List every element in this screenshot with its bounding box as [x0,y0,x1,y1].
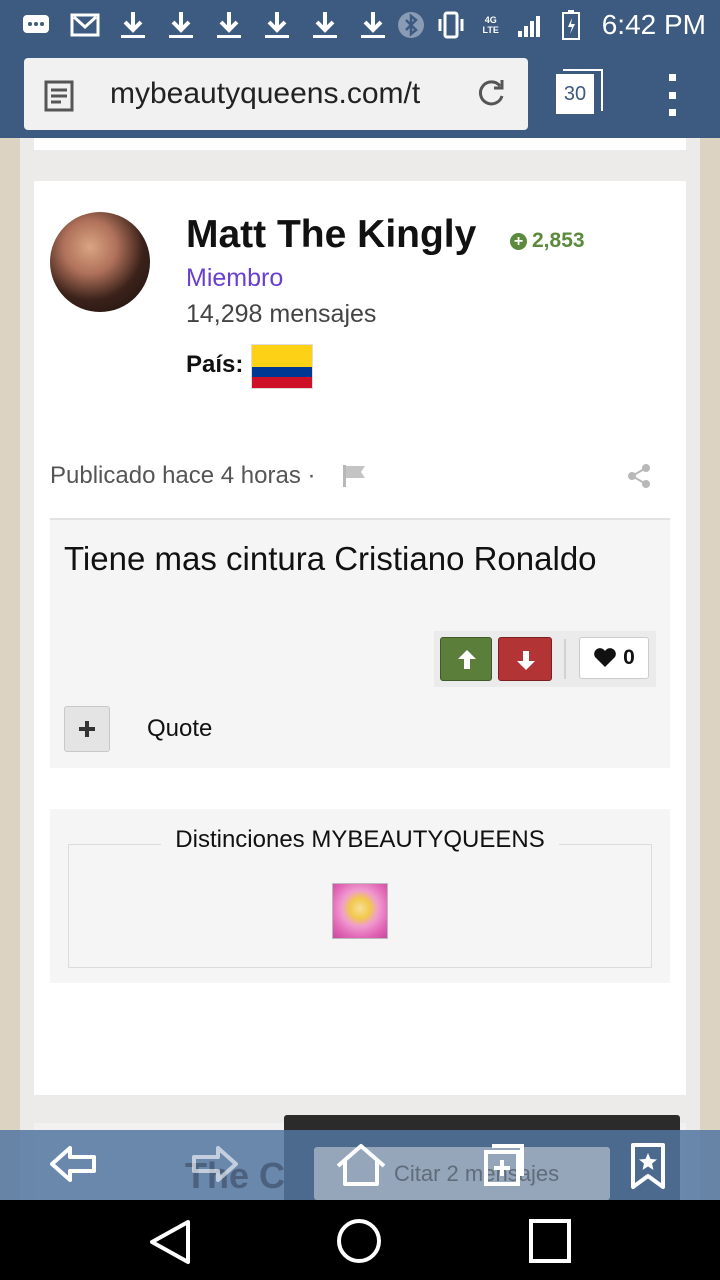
country-label: País: [186,351,244,378]
member-role: Miembro [186,264,284,292]
page-icon [44,80,74,117]
page-content: Matt The Kingly + 2,853 Miembro 14,298 m… [20,138,700,1200]
post-body: Tiene mas cintura Cristiano Ronaldo 0 Qu… [50,518,670,768]
share-icon[interactable] [626,463,652,494]
status-bar: 4G LTE 6:42 PM [0,0,720,50]
system-navigation-bar [0,1200,720,1280]
previous-card [34,138,686,150]
system-home-icon[interactable] [336,1218,382,1269]
browser-bottom-nav: The C Citar 2 mensajes [0,1130,720,1200]
colombia-flag-icon [251,344,313,389]
download-icon [310,10,340,40]
upvote-button[interactable] [440,637,492,681]
vibrate-icon [436,10,466,40]
post-card: Matt The Kingly + 2,853 Miembro 14,298 m… [34,181,686,1095]
download-icon [358,10,388,40]
vote-divider [564,639,566,679]
report-flag-icon[interactable] [341,464,367,493]
distinctions-title: Distinciones MYBEAUTYQUEENS [50,826,670,854]
new-tab-icon[interactable] [482,1142,526,1193]
post-count: 14,298 mensajes [186,300,377,328]
download-icon [166,10,196,40]
home-icon[interactable] [334,1142,388,1193]
author-name[interactable]: Matt The Kingly [186,213,476,257]
heart-icon [594,648,616,667]
bookmark-icon[interactable] [630,1142,666,1195]
system-back-icon[interactable] [148,1218,192,1271]
quote-link[interactable]: Quote [147,715,212,743]
battery-icon [556,10,586,40]
plus-circle-icon: + [510,232,527,250]
clock: 6:42 PM [601,9,706,40]
distinctions-box: Distinciones MYBEAUTYQUEENS [50,809,670,983]
system-recents-icon[interactable] [528,1218,572,1269]
reputation-badge: + 2,853 [510,229,585,253]
forward-arrow-icon[interactable] [190,1142,240,1191]
reload-icon[interactable] [474,76,508,115]
bluetooth-icon [396,10,426,40]
network-type-icon: 4G LTE [482,15,499,35]
post-text: Tiene mas cintura Cristiano Ronaldo [64,540,597,577]
reputation-value: 2,853 [532,229,585,252]
signal-icon [516,10,546,40]
browser-toolbar: mybeautyqueens.com/t 30 [0,50,720,138]
vote-panel: 0 [434,631,656,687]
download-icon [214,10,244,40]
url-bar[interactable]: mybeautyqueens.com/t [24,58,528,130]
arrow-up-icon [458,650,476,669]
avatar[interactable] [50,212,150,312]
like-count: 0 [623,646,635,669]
downvote-button[interactable] [498,637,552,681]
download-icon [262,10,292,40]
arrow-down-icon [517,651,535,670]
plus-icon [79,721,95,737]
overflow-menu-icon[interactable] [664,74,680,116]
citar-label: Citar 2 mensajes [394,1161,560,1186]
multiquote-plus-button[interactable] [64,706,110,752]
chat-icon [22,10,52,40]
post-timestamp: Publicado hace 4 horas · [50,462,316,489]
distinction-badge-image[interactable] [332,883,388,939]
download-icon [118,10,148,40]
url-text[interactable]: mybeautyqueens.com/t [110,77,470,111]
back-arrow-icon[interactable] [48,1142,98,1191]
like-button[interactable]: 0 [579,637,649,679]
tabs-count-button[interactable]: 30 [556,69,603,114]
gmail-icon [70,10,100,40]
